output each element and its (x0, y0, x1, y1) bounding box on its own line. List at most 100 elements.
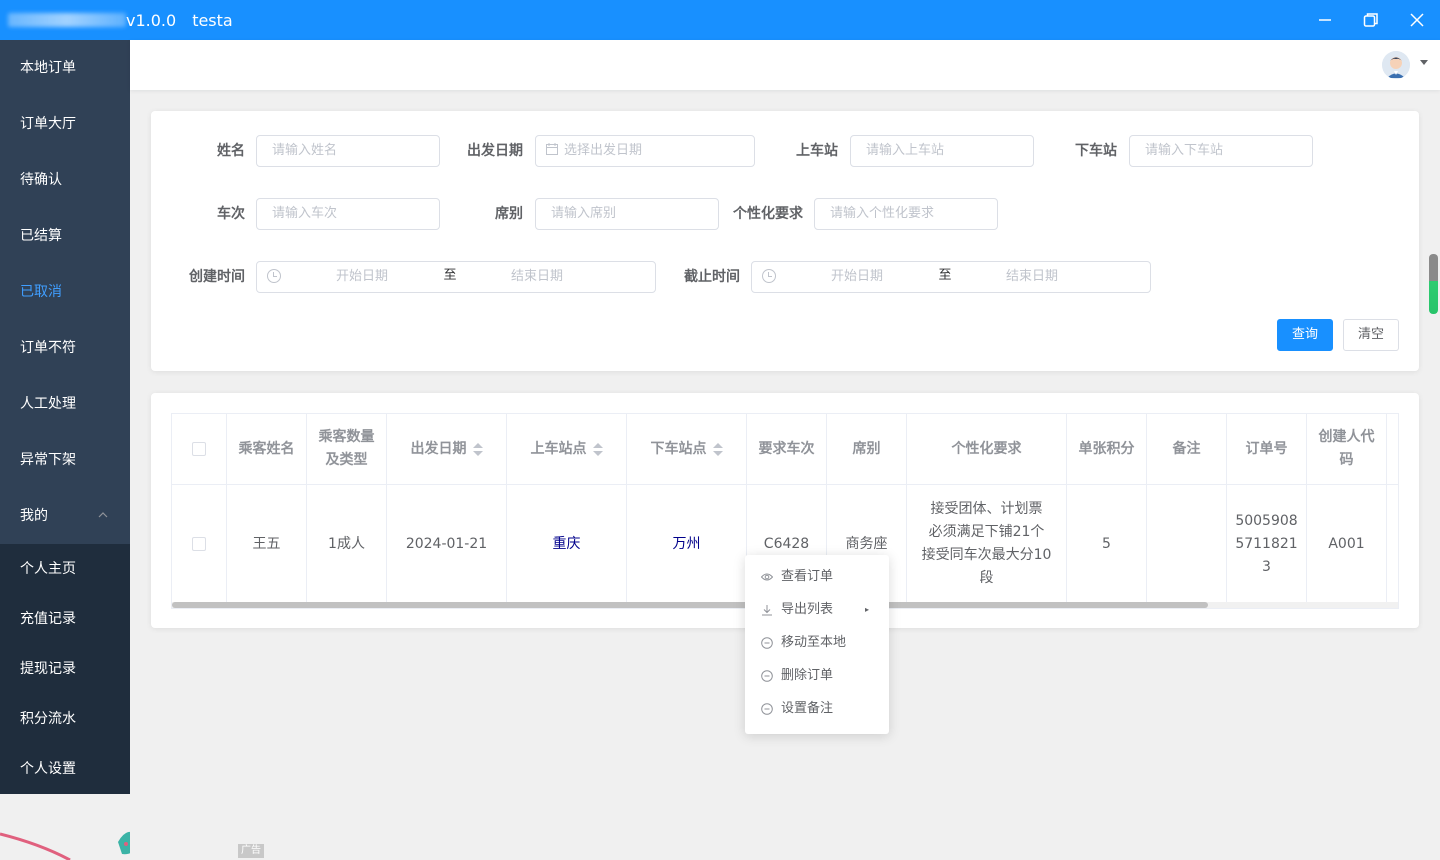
cell-order-no-line: 3 (1262, 558, 1271, 575)
name-placeholder: 请输入姓名 (272, 143, 338, 158)
menu-delete-order[interactable]: 删除订单 (745, 659, 889, 692)
cell-depart-date: 2024-01-21 (387, 485, 507, 603)
seat-placeholder: 请输入席别 (551, 206, 617, 221)
caret-down-icon[interactable] (1420, 60, 1428, 65)
deadline-start-input[interactable]: 开始日期 (792, 262, 922, 292)
sidebar-item-settled[interactable]: 已结算 (0, 208, 130, 264)
sidebar-item-pending[interactable]: 待确认 (0, 152, 130, 208)
cell-passenger-name: 王五 (227, 485, 307, 603)
page-vertical-scrollbar[interactable] (1429, 254, 1438, 314)
decoration-illustration (0, 832, 130, 860)
created-start-input[interactable]: 开始日期 (297, 262, 427, 292)
name-label: 姓名 (217, 143, 245, 159)
menu-set-remark[interactable]: 设置备注 (745, 692, 889, 725)
created-end-input[interactable]: 结束日期 (472, 262, 602, 292)
app-name: testa (192, 10, 233, 30)
board-station-link[interactable]: 重庆 (553, 533, 581, 556)
board-station-label: 上车站 (796, 143, 838, 159)
depart-date-label: 出发日期 (467, 143, 523, 159)
caret-right-icon: ▸ (864, 605, 869, 614)
clock-icon (762, 269, 776, 283)
search-form: 姓名 请输入姓名 出发日期 选择出发日期 上车站 请输入上车站 下车站 请输入下… (151, 111, 1419, 371)
board-station-placeholder: 请输入上车站 (866, 143, 945, 158)
clear-button[interactable]: 清空 (1343, 319, 1399, 351)
sidebar-item-settings[interactable]: 个人设置 (0, 744, 130, 794)
alight-station-link[interactable]: 万州 (673, 533, 701, 556)
name-input[interactable]: 请输入姓名 (256, 135, 440, 167)
sidebar-item-profile[interactable]: 个人主页 (0, 544, 130, 594)
minimize-button[interactable] (1302, 0, 1348, 40)
deadline-label: 截止时间 (684, 269, 740, 285)
header-select-all[interactable] (172, 414, 227, 485)
blurred-title (8, 13, 126, 27)
range-separator: 至 (938, 268, 952, 283)
header-points: 单张积分 (1067, 414, 1147, 485)
depart-date-placeholder: 选择出发日期 (564, 143, 643, 158)
sidebar-item-cancelled[interactable]: 已取消 (0, 264, 130, 320)
cell-order-no: 5005908 5711821 3 (1227, 485, 1307, 603)
menu-export-list[interactable]: 导出列表 ▸ (745, 593, 889, 626)
alight-station-input[interactable]: 请输入下车站 (1129, 135, 1313, 167)
alight-station-placeholder: 请输入下车站 (1145, 143, 1224, 158)
cell-custom-line: 必须满足下铺21个 (928, 524, 1045, 540)
seat-label: 席别 (495, 206, 523, 222)
menu-move-local[interactable]: 移动至本地 (745, 626, 889, 659)
close-button[interactable] (1394, 0, 1440, 40)
sidebar-item-points[interactable]: 积分流水 (0, 694, 130, 744)
eye-icon (761, 571, 773, 583)
created-time-label: 创建时间 (189, 269, 245, 285)
cell-custom-line: 段 (979, 570, 994, 586)
window-titlebar: v1.0.0 testa (0, 0, 1440, 40)
sort-icon[interactable] (592, 442, 603, 456)
header-depart-date[interactable]: 出发日期 (387, 414, 507, 485)
sidebar-item-order-hall[interactable]: 订单大厅 (0, 96, 130, 152)
scrollbar-thumb[interactable] (172, 602, 1208, 608)
header-alight-station-label: 下车站点 (650, 440, 707, 457)
sidebar-item-abnormal[interactable]: 异常下架 (0, 432, 130, 488)
sort-icon[interactable] (472, 442, 483, 456)
sidebar-item-mismatch[interactable]: 订单不符 (0, 320, 130, 376)
minus-circle-icon (761, 636, 773, 649)
menu-view-order[interactable]: 查看订单 (745, 560, 889, 593)
restore-icon (1363, 13, 1378, 27)
deadline-end-input[interactable]: 结束日期 (967, 262, 1097, 292)
query-button[interactable]: 查询 (1277, 319, 1333, 351)
train-input[interactable]: 请输入车次 (256, 198, 440, 230)
row-checkbox[interactable] (192, 537, 206, 551)
cell-order-no-line: 5711821 (1235, 535, 1298, 552)
cell-alight-station[interactable]: 万州 (627, 485, 747, 603)
seat-input[interactable]: 请输入席别 (535, 198, 719, 230)
select-all-checkbox[interactable] (192, 442, 206, 456)
header-board-station[interactable]: 上车站点 (507, 414, 627, 485)
header-creator-line2: 码 (1339, 452, 1354, 468)
deadline-range[interactable]: 开始日期 至 结束日期 (751, 261, 1151, 293)
cell-board-station[interactable]: 重庆 (507, 485, 627, 603)
menu-move-local-label: 移动至本地 (781, 635, 847, 650)
header-count-type-line1: 乘客数量 (318, 429, 375, 445)
window-controls (1302, 0, 1440, 40)
app-version: v1.0.0 (126, 10, 177, 30)
minus-circle-icon (761, 669, 773, 682)
header-board-station-label: 上车站点 (530, 440, 587, 457)
sidebar-item-withdraw[interactable]: 提现记录 (0, 644, 130, 694)
sidebar-item-local-orders[interactable]: 本地订单 (0, 40, 130, 96)
download-icon (761, 604, 773, 616)
chevron-up-icon (98, 488, 108, 544)
cell-custom-line: 接受同车次最大分10 (921, 547, 1052, 563)
sidebar-decoration (0, 794, 130, 860)
sidebar-group-mine[interactable]: 我的 (0, 488, 130, 544)
menu-view-order-label: 查看订单 (781, 569, 834, 584)
board-station-input[interactable]: 请输入上车站 (850, 135, 1034, 167)
cell-count-type: 1成人 (307, 485, 387, 603)
sidebar-item-manual[interactable]: 人工处理 (0, 376, 130, 432)
maximize-button[interactable] (1348, 0, 1394, 40)
sidebar-item-recharge[interactable]: 充值记录 (0, 594, 130, 644)
row-select[interactable] (172, 485, 227, 603)
depart-date-input[interactable]: 选择出发日期 (535, 135, 755, 167)
sort-icon[interactable] (712, 442, 723, 456)
custom-input[interactable]: 请输入个性化要求 (814, 198, 998, 230)
header-alight-station[interactable]: 下车站点 (627, 414, 747, 485)
sidebar-group-title[interactable]: 我的 (0, 488, 130, 544)
created-time-range[interactable]: 开始日期 至 结束日期 (256, 261, 656, 293)
user-avatar[interactable] (1382, 51, 1410, 79)
